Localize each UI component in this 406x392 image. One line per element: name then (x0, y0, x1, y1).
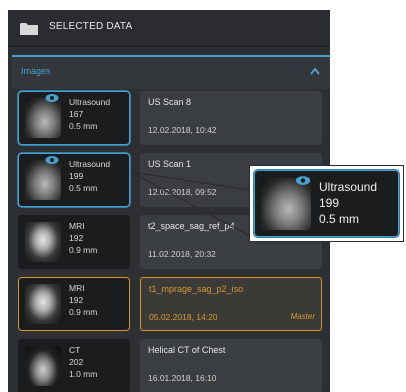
image-list-item[interactable]: Ultrasound 167 0.5 mm US Scan 8 12.02.20… (18, 91, 322, 147)
image-list-item[interactable]: MRI 192 0.9 mm t1_mprage_sag_p2_iso 05.0… (18, 277, 322, 333)
panel-title: SELECTED DATA (49, 21, 133, 32)
series-info-card[interactable]: Helical CT of Chest 16.01.2018, 16:10 (140, 339, 322, 392)
panel-header: SELECTED DATA (8, 10, 330, 47)
image-list-item[interactable]: CT 202 1.0 mm Helical CT of Chest 16.01.… (18, 339, 322, 392)
slice-thickness: 0.5 mm (69, 121, 98, 131)
image-thumbnail-card[interactable]: MRI 192 0.9 mm (18, 215, 130, 269)
series-date: 05.02.2018, 14:20 (149, 312, 218, 322)
image-meta: MRI 192 0.9 mm (69, 282, 97, 318)
modality-label: MRI (69, 283, 85, 293)
series-info-card[interactable]: t1_mprage_sag_p2_iso 05.02.2018, 14:20 M… (140, 277, 322, 331)
mri-thumbnail (25, 222, 61, 262)
slice-count: 192 (69, 233, 84, 243)
series-date: 16.01.2018, 16:10 (148, 373, 217, 383)
image-meta: CT 202 1.0 mm (69, 344, 97, 380)
series-date: 12.02.2018, 10:42 (148, 125, 217, 135)
modality-label: MRI (69, 221, 85, 231)
series-name: US Scan 8 (148, 97, 192, 107)
ct-thumbnail (25, 346, 61, 386)
master-badge: Master (290, 312, 315, 321)
image-thumbnail-card[interactable]: MRI 192 0.9 mm (18, 277, 130, 331)
slice-thickness: 1.0 mm (69, 369, 98, 379)
folder-icon (20, 23, 38, 35)
slice-thickness: 0.5 mm (69, 183, 98, 193)
callout-modality: Ultrasound (319, 180, 378, 194)
image-thumbnail-card[interactable]: CT 202 1.0 mm (18, 339, 130, 392)
series-name: US Scan 1 (148, 159, 192, 169)
series-name: t2_space_sag_ref_p4 (148, 221, 235, 231)
ultrasound-thumbnail (25, 160, 61, 200)
series-date: 11.02.2018, 20:32 (148, 249, 216, 259)
series-info-card[interactable]: US Scan 8 12.02.2018, 10:42 (140, 91, 322, 145)
slice-count: 202 (69, 357, 84, 367)
callout-count: 199 (319, 196, 340, 210)
slice-count: 192 (69, 295, 84, 305)
image-thumbnail-card[interactable]: Ultrasound 167 0.5 mm (18, 91, 130, 145)
zoom-callout: Ultrasound 199 0.5 mm (249, 165, 404, 242)
slice-count: 167 (69, 109, 84, 119)
image-meta: Ultrasound 167 0.5 mm (69, 96, 110, 132)
eye-icon[interactable] (45, 93, 59, 103)
chevron-up-icon[interactable] (310, 67, 320, 75)
ultrasound-thumbnail (25, 98, 61, 138)
callout-meta: Ultrasound 199 0.5 mm (319, 179, 377, 227)
eye-icon (295, 176, 311, 185)
series-name: Helical CT of Chest (148, 345, 226, 355)
image-meta: Ultrasound 199 0.5 mm (69, 158, 110, 194)
modality-label: Ultrasound (69, 97, 111, 107)
callout-thickness: 0.5 mm (319, 212, 360, 226)
slice-thickness: 0.9 mm (69, 307, 98, 317)
modality-label: Ultrasound (69, 159, 111, 169)
slice-count: 199 (69, 171, 84, 181)
images-section-label: Images (21, 66, 51, 76)
callout-thumbnail-card: Ultrasound 199 0.5 mm (254, 170, 399, 237)
image-thumbnail-card[interactable]: Ultrasound 199 0.5 mm (18, 153, 130, 207)
slice-thickness: 0.9 mm (69, 245, 98, 255)
series-date: 12.02.2018, 09:52 (148, 187, 217, 197)
images-section-header[interactable]: Images (12, 55, 330, 89)
eye-icon[interactable] (45, 155, 59, 165)
image-meta: MRI 192 0.9 mm (69, 220, 97, 256)
series-name: t1_mprage_sag_p2_iso (149, 284, 244, 294)
modality-label: CT (69, 345, 81, 355)
mri-thumbnail (25, 284, 61, 324)
